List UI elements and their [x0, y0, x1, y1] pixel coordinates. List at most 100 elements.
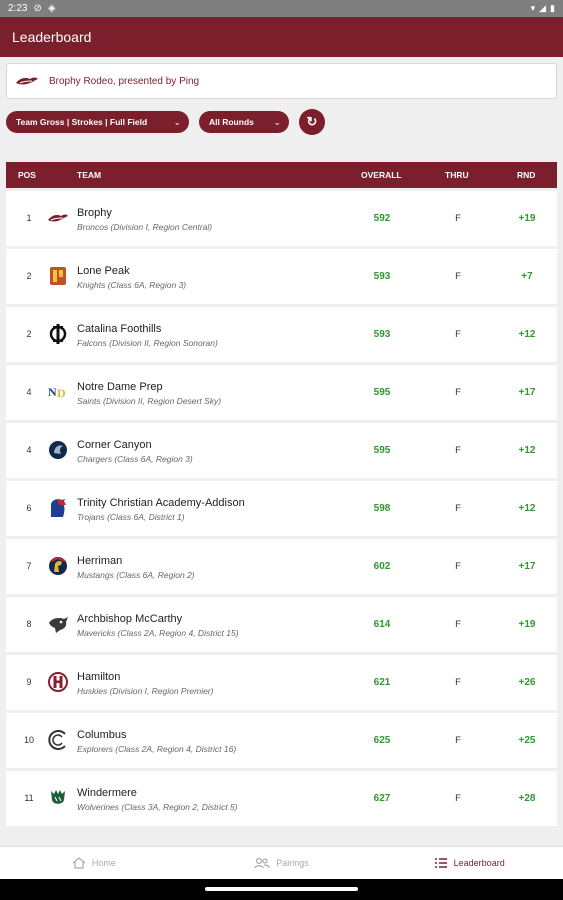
team-subtitle: Saints (Division II, Region Desert Sky)	[77, 396, 222, 406]
table-row[interactable]: 11 Windermere Wolverines (Class 3A, Regi…	[6, 771, 557, 826]
thru-value: F	[455, 271, 461, 282]
thru-value: F	[455, 735, 461, 746]
team-subtitle: Mustangs (Class 6A, Region 2)	[77, 570, 195, 580]
row-pos: 4	[26, 387, 32, 397]
team-subtitle: Broncos (Division I, Region Central)	[77, 222, 213, 232]
col-team: TEAM	[77, 170, 102, 180]
table-row[interactable]: 2 Lone Peak Knights (Class 6A, Region 3)…	[6, 249, 557, 304]
team-name: Hamilton	[77, 671, 121, 683]
team-subtitle: Chargers (Class 6A, Region 3)	[77, 454, 193, 464]
table-row[interactable]: 6 Trinity Christian Academy-Addison Troj…	[6, 481, 557, 536]
table-row[interactable]: 8 Archbishop McCarthy Mavericks (Class 2…	[6, 597, 557, 652]
event-card[interactable]: Brophy Rodeo, presented by Ping	[6, 63, 557, 99]
app-bar: Leaderboard	[0, 17, 563, 57]
status-bar: 2:23 ⊘ ◈ ▾ ◢ ▮	[0, 0, 563, 17]
row-pos: 2	[26, 271, 32, 281]
thru-value: F	[455, 213, 461, 224]
maverick-logo-icon	[49, 617, 68, 633]
wolverine-logo-icon	[51, 790, 65, 804]
thru-value: F	[455, 387, 461, 398]
thru-value: F	[455, 329, 461, 340]
do-not-disturb-icon: ⊘	[33, 3, 42, 14]
round-score: +12	[518, 445, 536, 456]
row-pos: 8	[26, 619, 32, 629]
round-score: +26	[518, 677, 536, 688]
nav-home[interactable]: Home	[0, 847, 188, 879]
nav-pairings-label: Pairings	[276, 858, 309, 868]
bronco-logo-icon	[16, 77, 38, 85]
battery-icon: ▮	[550, 3, 555, 13]
team-subtitle: Huskies (Division I, Region Premier)	[77, 686, 214, 696]
row-pos: 6	[26, 503, 32, 513]
col-pos: POS	[18, 170, 36, 180]
team-subtitle: Explorers (Class 2A, Region 4, District …	[77, 744, 237, 754]
overall-score: 621	[373, 677, 391, 688]
team-name: Notre Dame Prep	[77, 381, 163, 393]
col-rnd: RND	[517, 170, 536, 180]
table-row[interactable]: 4 N D Notre Dame Prep Saints (Division I…	[6, 365, 557, 420]
row-pos: 1	[26, 213, 32, 223]
table-row[interactable]: 10 Columbus Explorers (Class 2A, Region …	[6, 713, 557, 768]
team-name: Corner Canyon	[77, 439, 152, 451]
thru-value: F	[455, 445, 461, 456]
overall-score: 598	[373, 503, 391, 514]
gesture-handle[interactable]	[205, 887, 358, 891]
round-score: +28	[518, 793, 536, 804]
ndp-logo-icon: N D	[48, 385, 66, 400]
overall-score: 625	[373, 735, 391, 746]
team-name: Trinity Christian Academy-Addison	[77, 497, 245, 509]
cf-logo-icon	[49, 324, 67, 344]
team-name: Archbishop McCarthy	[77, 613, 183, 625]
bronco-logo-icon	[48, 214, 68, 222]
row-pos: 2	[26, 329, 32, 339]
row-pos: 11	[24, 793, 34, 803]
row-pos: 9	[26, 677, 32, 687]
team-subtitle: Trojans (Class 6A, District 1)	[77, 512, 185, 522]
col-thru: THRU	[445, 170, 469, 180]
table-row[interactable]: 9 Hamilton Huskies (Division I, Region P…	[6, 655, 557, 710]
page-title: Leaderboard	[12, 29, 92, 45]
thru-value: F	[455, 561, 461, 572]
event-name: Brophy Rodeo, presented by Ping	[49, 75, 200, 87]
overall-score: 614	[373, 619, 391, 630]
team-name: Windermere	[77, 787, 137, 799]
trojan-logo-icon	[51, 499, 66, 517]
nav-home-label: Home	[91, 858, 116, 868]
nav-leaderboard[interactable]: Leaderboard	[375, 847, 563, 879]
team-name: Columbus	[77, 729, 127, 741]
scoring-filter-label: Team Gross | Strokes | Full Field	[16, 117, 148, 127]
husky-logo-icon	[48, 672, 68, 692]
thru-value: F	[455, 503, 461, 514]
round-score: +19	[518, 619, 536, 630]
table-row[interactable]: 2 Catalina Foothills Falcons (Division I…	[6, 307, 557, 362]
signal-icon: ◢	[539, 3, 547, 13]
overall-score: 595	[373, 387, 391, 398]
round-score: +17	[518, 387, 536, 398]
table-row[interactable]: 4 Corner Canyon Chargers (Class 6A, Regi…	[6, 423, 557, 478]
team-name: Brophy	[77, 207, 112, 219]
table-row[interactable]: 7 Herriman Mustangs (Class 6A, Region 2)…	[6, 539, 557, 594]
refresh-button[interactable]: ↻	[299, 109, 325, 135]
mustang-logo-icon	[49, 556, 67, 575]
row-pos: 4	[26, 445, 32, 455]
status-right: ▾ ◢ ▮	[531, 3, 555, 14]
lp-logo-icon	[50, 267, 66, 285]
home-icon	[72, 857, 86, 869]
scoring-filter-dropdown[interactable]: Team Gross | Strokes | Full Field ⌄	[6, 111, 189, 133]
table-row[interactable]: 1 Brophy Broncos (Division I, Region Cen…	[6, 191, 557, 246]
rounds-filter-dropdown[interactable]: All Rounds ⌄	[199, 111, 289, 133]
team-subtitle: Wolverines (Class 3A, Region 2, District…	[77, 802, 238, 812]
table-header: POS TEAM OVERALL THRU RND	[6, 162, 557, 188]
thru-value: F	[455, 677, 461, 688]
charger-logo-icon	[49, 441, 67, 459]
row-pos: 7	[26, 561, 32, 571]
columbus-logo-icon	[48, 730, 66, 750]
team-subtitle: Knights (Class 6A, Region 3)	[77, 280, 187, 290]
team-subtitle: Falcons (Division II, Region Sonoran)	[77, 338, 218, 348]
nav-pairings[interactable]: Pairings	[188, 847, 376, 879]
nav-leaderboard-label: Leaderboard	[453, 858, 505, 868]
chevron-down-icon: ⌄	[273, 116, 281, 127]
col-overall: OVERALL	[361, 170, 402, 180]
wifi-icon: ▾	[530, 3, 536, 13]
round-score: +12	[518, 503, 536, 514]
